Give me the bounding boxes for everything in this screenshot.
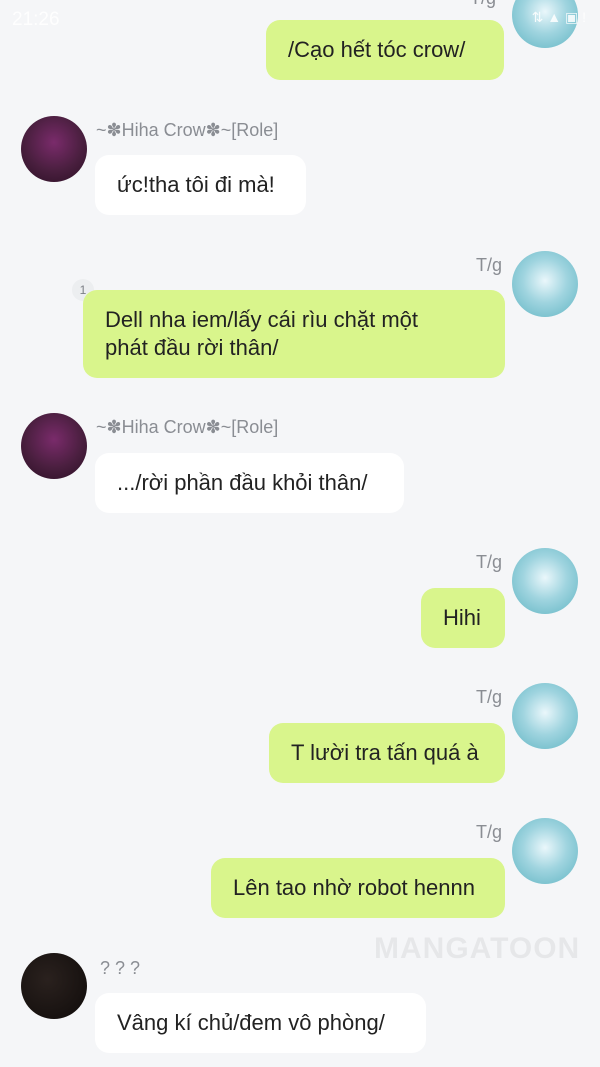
avatar[interactable] — [21, 413, 87, 479]
message-bubble[interactable]: Hihi — [421, 588, 505, 648]
status-bar: 21:26 ⇅ ▲ ▣ ! — [0, 0, 600, 38]
sender-name: T/g — [476, 255, 503, 275]
avatar[interactable] — [512, 683, 578, 749]
message-bubble[interactable]: ức!tha tôi đi mà! — [95, 155, 306, 215]
watermark: MANGATOON — [374, 932, 581, 965]
message-bubble[interactable]: Lên tao nhờ robot hennn — [211, 858, 505, 918]
status-time: 21:26 — [12, 9, 60, 30]
avatar[interactable] — [21, 116, 87, 182]
message-bubble[interactable]: Dell nha iem/lấy cái rìu chặt một phát đ… — [83, 290, 505, 378]
message-bubble[interactable]: .../rời phần đầu khỏi thân/ — [95, 453, 404, 513]
message-line: phát đầu rời thân/ — [105, 335, 279, 360]
sender-name: ~✽Hiha Crow✽~[Role] — [96, 417, 279, 437]
sender-name: T/g — [476, 552, 503, 572]
message-bubble[interactable]: Vâng kí chủ/đem vô phòng/ — [95, 993, 426, 1053]
avatar[interactable] — [512, 548, 578, 614]
avatar[interactable] — [512, 251, 578, 317]
sender-name: T/g — [476, 822, 503, 842]
message-line: Dell nha iem/lấy cái rìu chặt một — [105, 307, 419, 332]
avatar[interactable] — [21, 953, 87, 1019]
sender-name: ? ? ? — [100, 958, 141, 978]
avatar[interactable] — [512, 818, 578, 884]
sender-name: T/g — [476, 687, 503, 707]
status-icons: ⇅ ▲ ▣ ! — [531, 9, 586, 25]
message-bubble[interactable]: T lười tra tấn quá à — [269, 723, 505, 783]
sender-name: ~✽Hiha Crow✽~[Role] — [96, 120, 279, 140]
